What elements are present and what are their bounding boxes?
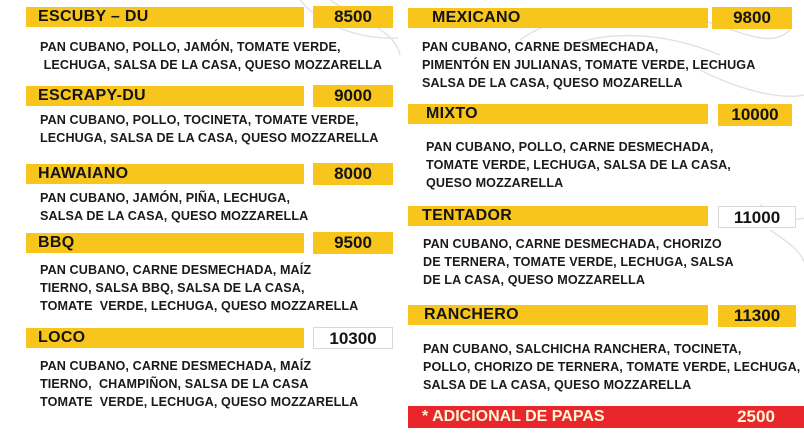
item-price: 8000: [313, 163, 393, 185]
item-description: PAN CUBANO, CARNE DESMECHADA, MAÍZ TIERN…: [40, 359, 359, 409]
item-description: PAN CUBANO, CARNE DESMECHADA, CHORIZO DE…: [423, 237, 734, 287]
item-price: 11000: [718, 206, 796, 228]
item-price: 10000: [718, 104, 792, 126]
item-name: LOCO: [26, 328, 304, 348]
item-price: 10300: [313, 327, 393, 349]
item-price: 8500: [313, 6, 393, 28]
item-description: PAN CUBANO, POLLO, CARNE DESMECHADA, TOM…: [426, 140, 731, 190]
item-description: PAN CUBANO, JAMÓN, PIÑA, LECHUGA, SALSA …: [40, 191, 309, 223]
item-description: PAN CUBANO, CARNE DESMECHADA, PIMENTÓN E…: [422, 40, 756, 90]
item-description: PAN CUBANO, SALCHICHA RANCHERA, TOCINETA…: [423, 342, 801, 392]
item-price: 9500: [313, 232, 393, 254]
item-price: 11300: [718, 305, 796, 327]
item-name: MEXICANO: [408, 8, 708, 28]
extra-price: 2500: [737, 407, 775, 426]
item-description: PAN CUBANO, CARNE DESMECHADA, MAÍZ TIERN…: [40, 263, 359, 313]
item-name: MIXTO: [408, 104, 708, 124]
item-description: PAN CUBANO, POLLO, JAMÓN, TOMATE VERDE, …: [40, 40, 383, 72]
item-name: HAWAIANO: [26, 164, 304, 184]
item-name: ESCRAPY-DU: [26, 86, 304, 106]
item-description: PAN CUBANO, POLLO, TOCINETA, TOMATE VERD…: [40, 113, 379, 145]
item-name: TENTADOR: [408, 206, 708, 226]
item-name: RANCHERO: [408, 305, 708, 325]
item-name: BBQ: [26, 233, 304, 253]
item-price: 9800: [712, 7, 792, 29]
item-name: ESCUBY – DU: [26, 7, 304, 27]
item-price: 9000: [313, 85, 393, 107]
